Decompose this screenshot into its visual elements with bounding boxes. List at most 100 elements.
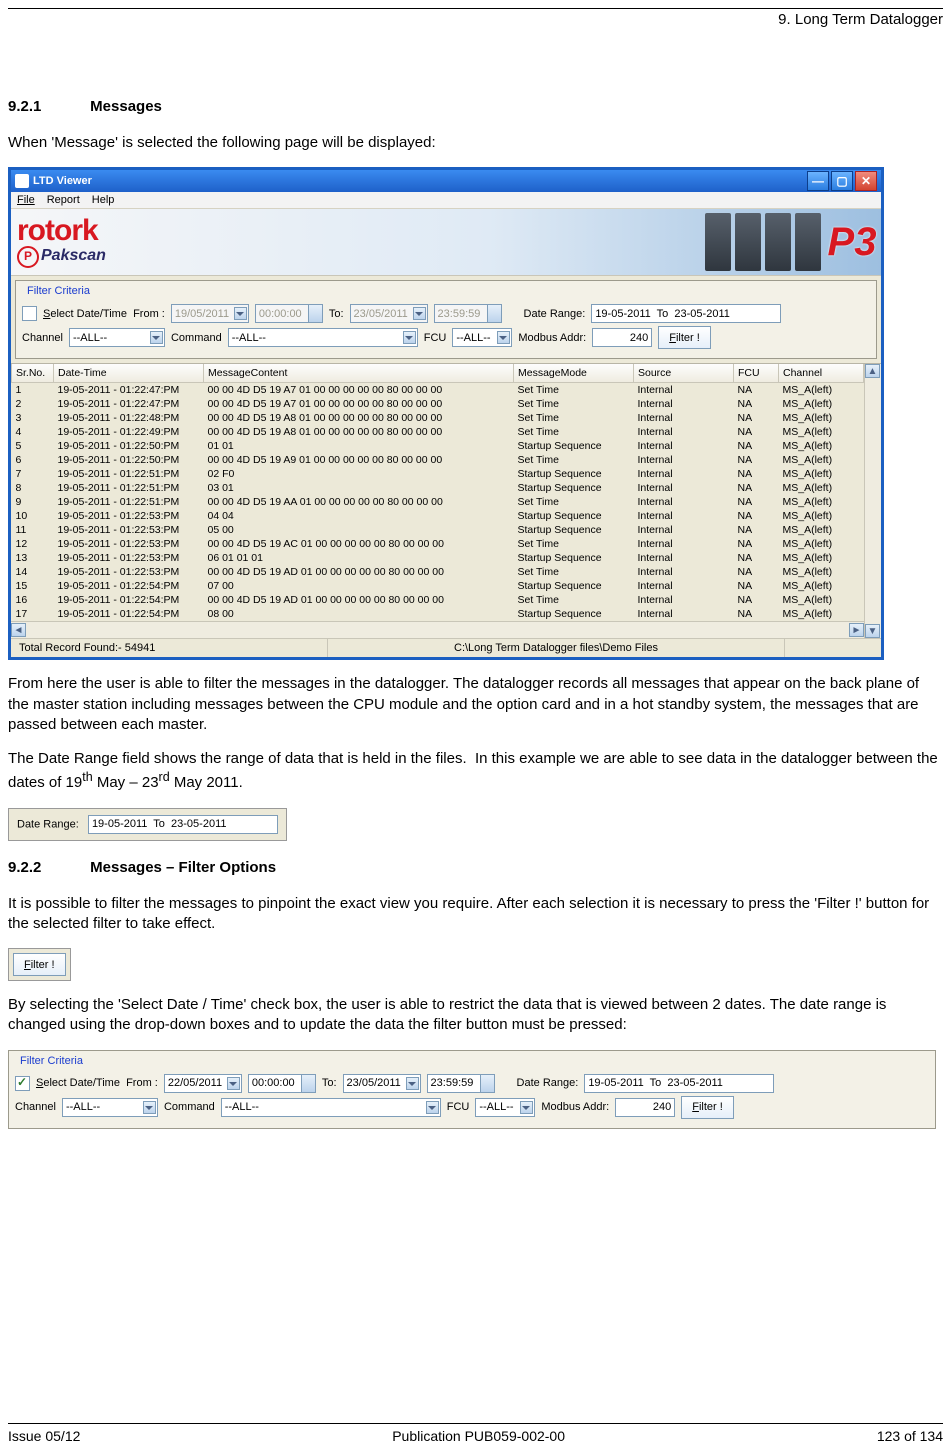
filter2-modbus-input[interactable] — [615, 1098, 675, 1117]
filter2-fcu-label: FCU — [447, 1101, 470, 1113]
crop-filter-button[interactable]: Filter !Filter ! — [13, 953, 66, 976]
filter2-filter-button[interactable]: Filter !Filter ! — [681, 1096, 734, 1119]
filter-button-crop: Filter !Filter ! — [8, 948, 71, 981]
table-row[interactable]: 1219-05-2011 - 01:22:53:PM00 00 4D D5 19… — [12, 537, 864, 551]
table-row[interactable]: 1019-05-2011 - 01:22:53:PM04 04Startup S… — [12, 509, 864, 523]
filter2-legend: Filter Criteria — [17, 1055, 86, 1067]
menu-file[interactable]: File — [17, 194, 35, 206]
table-row[interactable]: 1519-05-2011 - 01:22:54:PM07 00Startup S… — [12, 579, 864, 593]
table-row[interactable]: 619-05-2011 - 01:22:50:PM00 00 4D D5 19 … — [12, 453, 864, 467]
table-row[interactable]: 719-05-2011 - 01:22:51:PM02 F0Startup Se… — [12, 467, 864, 481]
table-row[interactable]: 1719-05-2011 - 01:22:54:PM08 00Startup S… — [12, 607, 864, 621]
grid-header-row[interactable]: Sr.No. Date-Time MessageContent MessageM… — [12, 364, 864, 383]
table-row[interactable]: 1419-05-2011 - 01:22:53:PM00 00 4D D5 19… — [12, 565, 864, 579]
table-row[interactable]: 819-05-2011 - 01:22:51:PM03 01Startup Se… — [12, 481, 864, 495]
col-mode[interactable]: MessageMode — [514, 364, 634, 383]
table-row[interactable]: 919-05-2011 - 01:22:51:PM00 00 4D D5 19 … — [12, 495, 864, 509]
select-datetime-label: SSelect Date/Time From :elect Date/Time … — [43, 308, 165, 320]
filter2-modbus-label: Modbus Addr: — [541, 1101, 609, 1113]
scroll-left-icon[interactable]: ◄ — [11, 623, 26, 637]
table-row[interactable]: 319-05-2011 - 01:22:48:PM00 00 4D D5 19 … — [12, 411, 864, 425]
heading-title: Messages — [90, 98, 162, 115]
to-date-select[interactable] — [350, 304, 428, 323]
modbus-addr-input[interactable] — [592, 328, 652, 347]
crop-date-range-label: Date Range: — [17, 818, 79, 830]
command-select[interactable] — [228, 328, 418, 347]
filter-criteria-legend: Filter Criteria — [24, 285, 93, 297]
fcu-select[interactable] — [452, 328, 512, 347]
p3-logo: P3 — [827, 209, 877, 275]
filter2-fcu-select[interactable] — [475, 1098, 535, 1117]
command-label: Command — [171, 332, 222, 344]
heading-921: 9.2.1 Messages — [8, 98, 943, 115]
table-row[interactable]: 119-05-2011 - 01:22:47:PM00 00 4D D5 19 … — [12, 383, 864, 398]
scroll-down-icon[interactable]: ▼ — [865, 624, 880, 638]
to-time-spinner[interactable] — [434, 304, 502, 323]
heading-number: 9.2.2 — [8, 859, 86, 876]
status-empty — [785, 639, 881, 657]
filter2-from-date-select[interactable] — [164, 1074, 242, 1093]
filter-button[interactable]: FFilter !ilter ! — [658, 326, 711, 349]
col-content[interactable]: MessageContent — [204, 364, 514, 383]
table-row[interactable]: 1319-05-2011 - 01:22:53:PM06 01 01 01Sta… — [12, 551, 864, 565]
banner: rotork PPakscan P3 — [11, 209, 881, 276]
col-fcu[interactable]: FCU — [734, 364, 779, 383]
filter2-select-datetime-label: Select Date/Time From :Select Date/Time … — [36, 1077, 158, 1089]
paragraph-filter-intro: It is possible to filter the messages to… — [8, 894, 943, 935]
filter2-command-select[interactable] — [221, 1098, 441, 1117]
filter2-to-date-select[interactable] — [343, 1074, 421, 1093]
maximize-button[interactable]: ▢ — [831, 171, 853, 191]
table-row[interactable]: 219-05-2011 - 01:22:47:PM00 00 4D D5 19 … — [12, 397, 864, 411]
channel-label: Channel — [22, 332, 63, 344]
page-header: 9. Long Term Datalogger — [8, 8, 943, 28]
heading-922: 9.2.2 Messages – Filter Options — [8, 859, 943, 876]
page-footer: Issue 05/12 Publication PUB059-002-00 12… — [8, 1423, 943, 1444]
horizontal-scrollbar[interactable]: ◄ ► — [11, 621, 864, 638]
footer-issue: Issue 05/12 — [8, 1428, 80, 1444]
menubar: File Report Help — [11, 192, 881, 209]
crop-date-range-value — [88, 815, 278, 834]
filter2-channel-select[interactable] — [62, 1098, 158, 1117]
menu-report[interactable]: Report — [47, 194, 80, 206]
table-row[interactable]: 519-05-2011 - 01:22:50:PM01 01Startup Se… — [12, 439, 864, 453]
to-label: To: — [329, 308, 344, 320]
select-datetime-checkbox[interactable] — [22, 306, 37, 321]
date-range-label: Date Range: — [524, 308, 586, 320]
rotork-logo: rotork — [17, 217, 106, 246]
vertical-scrollbar[interactable]: ▲ ▼ — [864, 364, 881, 638]
scroll-right-icon[interactable]: ► — [849, 623, 864, 637]
minimize-button[interactable]: — — [807, 171, 829, 191]
chapter-title: 9. Long Term Datalogger — [778, 11, 943, 28]
fcu-label: FCU — [424, 332, 447, 344]
scroll-up-icon[interactable]: ▲ — [865, 364, 880, 378]
filter2-command-label: Command — [164, 1101, 215, 1113]
from-time-spinner[interactable] — [255, 304, 323, 323]
paragraph-after-window: From here the user is able to filter the… — [8, 674, 943, 735]
channel-select[interactable] — [69, 328, 165, 347]
filter2-select-datetime-checkbox[interactable] — [15, 1076, 30, 1091]
table-row[interactable]: 419-05-2011 - 01:22:49:PM00 00 4D D5 19 … — [12, 425, 864, 439]
col-source[interactable]: Source — [634, 364, 734, 383]
col-datetime[interactable]: Date-Time — [54, 364, 204, 383]
filter2-channel-label: Channel — [15, 1101, 56, 1113]
footer-page-number: 123 of 134 — [877, 1428, 943, 1444]
col-channel[interactable]: Channel — [779, 364, 864, 383]
paragraph-select-date: By selecting the 'Select Date / Time' ch… — [8, 995, 943, 1036]
col-srno[interactable]: Sr.No. — [12, 364, 54, 383]
filter2-from-time-spinner[interactable] — [248, 1074, 316, 1093]
app-icon — [15, 174, 29, 188]
table-row[interactable]: 1119-05-2011 - 01:22:53:PM05 00Startup S… — [12, 523, 864, 537]
status-path: C:\Long Term Datalogger files\Demo Files — [328, 639, 785, 657]
paragraph-intro: When 'Message' is selected the following… — [8, 133, 943, 153]
filter2-to-time-spinner[interactable] — [427, 1074, 495, 1093]
menu-help[interactable]: Help — [92, 194, 115, 206]
close-button[interactable]: ✕ — [855, 171, 877, 191]
date-range-display — [591, 304, 781, 323]
titlebar[interactable]: LTD Viewer — ▢ ✕ — [11, 170, 881, 192]
filter2-to-label: To: — [322, 1077, 337, 1089]
table-row[interactable]: 1619-05-2011 - 01:22:54:PM00 00 4D D5 19… — [12, 593, 864, 607]
messages-grid: Sr.No. Date-Time MessageContent MessageM… — [11, 363, 881, 638]
from-date-select[interactable] — [171, 304, 249, 323]
modbus-label: Modbus Addr: — [518, 332, 586, 344]
heading-title: Messages – Filter Options — [90, 859, 276, 876]
